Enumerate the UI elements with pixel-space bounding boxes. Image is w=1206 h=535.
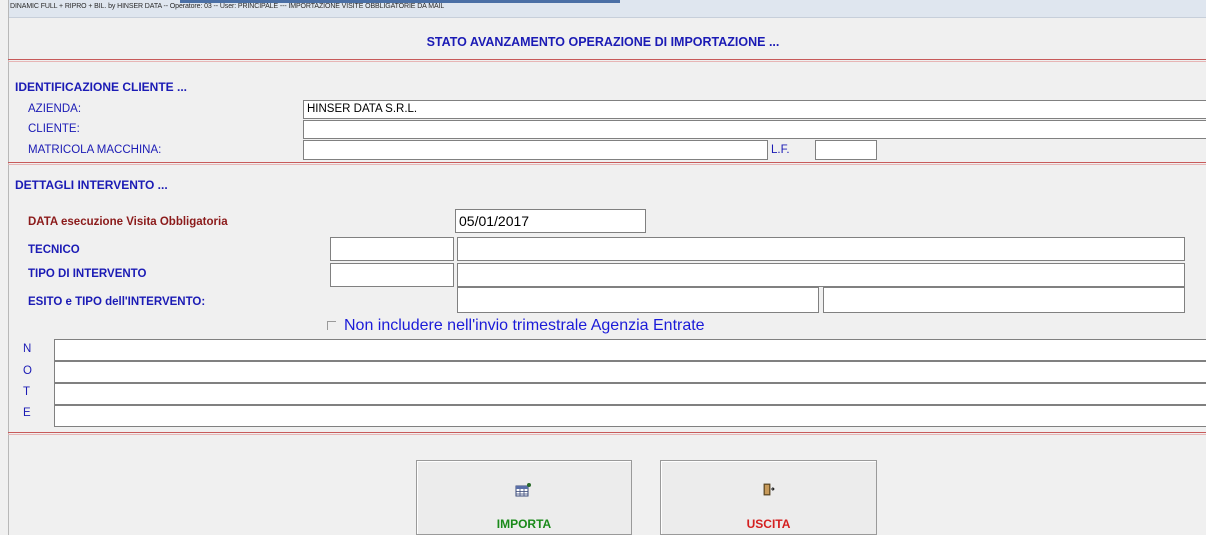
separator-line (8, 434, 1206, 435)
window-title: DINAMIC FULL + RIPRO + BIL. by HINSER DA… (10, 3, 445, 10)
lf-label: L.F. (771, 144, 790, 156)
separator-line (8, 162, 1206, 163)
agenzia-entrate-checkbox[interactable] (327, 321, 336, 330)
import-table-icon (515, 483, 531, 497)
tecnico-label: TECNICO (28, 244, 80, 256)
intervento-section-title: DETTAGLI INTERVENTO ... (15, 178, 168, 192)
separator-line (8, 59, 1206, 60)
cliente-label: CLIENTE: (28, 123, 80, 135)
tecnico-code-field[interactable] (330, 237, 454, 261)
exit-door-icon (763, 483, 775, 496)
importa-button[interactable]: IMPORTA (416, 460, 632, 535)
separator-line (8, 432, 1206, 433)
page-heading: STATO AVANZAMENTO OPERAZIONE DI IMPORTAZ… (426, 35, 780, 49)
client-section-title: IDENTIFICAZIONE CLIENTE ... (15, 80, 188, 94)
data-visita-label: DATA esecuzione Visita Obbligatoria (28, 216, 228, 228)
esito-label: ESITO e TIPO dell'INTERVENTO: (28, 296, 206, 308)
separator-line (8, 164, 1206, 165)
note-letter-t: T (23, 386, 31, 398)
uscita-button[interactable]: USCITA (660, 460, 877, 535)
separator-line (8, 61, 1206, 62)
note-letter-o: O (23, 365, 32, 377)
note-line-3[interactable] (54, 383, 1206, 405)
taskbar-strip (180, 0, 620, 3)
lf-field[interactable] (815, 140, 877, 160)
importa-button-label: IMPORTA (496, 517, 552, 531)
esito-field[interactable] (457, 287, 819, 313)
tipo-code-field[interactable] (330, 263, 454, 287)
note-line-4[interactable] (54, 405, 1206, 427)
uscita-button-label: USCITA (746, 517, 791, 531)
note-letter-e: E (23, 407, 31, 419)
tecnico-name-field[interactable] (457, 237, 1185, 261)
data-visita-field[interactable]: 05/01/2017 (455, 209, 646, 233)
note-line-2[interactable] (54, 361, 1206, 383)
azienda-label: AZIENDA: (28, 103, 82, 115)
window-left-edge (0, 0, 9, 535)
tipo-description-field[interactable] (457, 263, 1185, 287)
tipo-intervento-field[interactable] (823, 287, 1185, 313)
note-line-1[interactable] (54, 339, 1206, 361)
agenzia-entrate-checkbox-label[interactable]: Non includere nell'invio trimestrale Age… (344, 317, 705, 335)
cliente-field[interactable] (303, 120, 1206, 139)
matricola-label: MATRICOLA MACCHINA: (28, 144, 162, 156)
tipo-intervento-label: TIPO DI INTERVENTO (28, 268, 147, 280)
note-letter-n: N (23, 343, 32, 355)
matricola-field[interactable] (303, 140, 768, 160)
azienda-field[interactable]: HINSER DATA S.R.L. (303, 100, 1206, 119)
